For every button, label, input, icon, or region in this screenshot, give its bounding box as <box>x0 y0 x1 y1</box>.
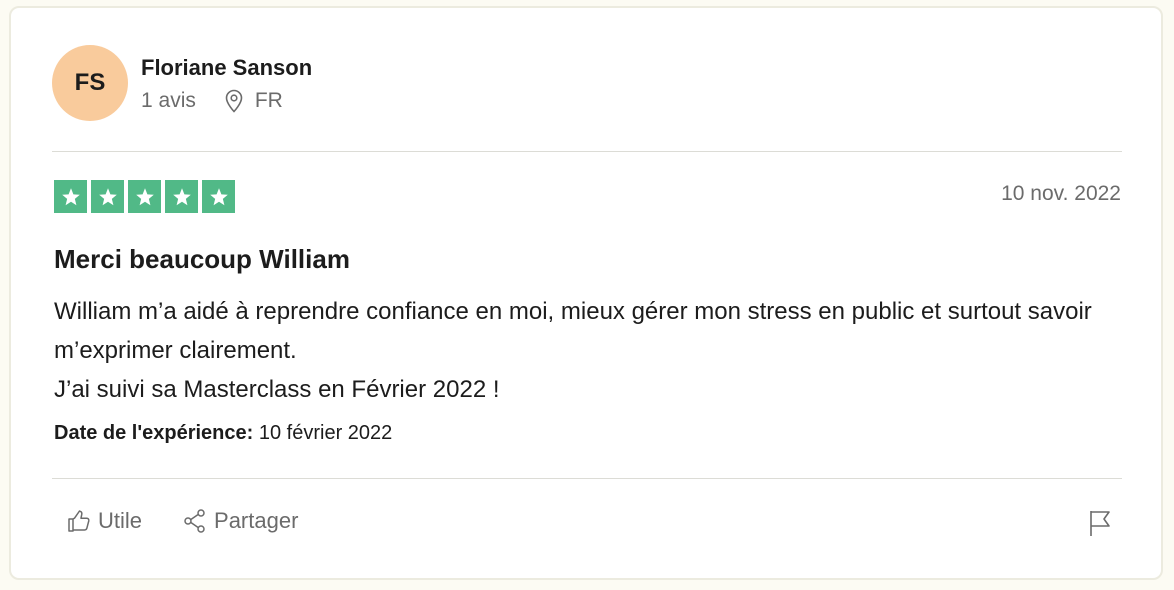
review-date: 10 nov. 2022 <box>1001 182 1121 205</box>
share-button[interactable]: Partager <box>182 508 298 534</box>
star-icon <box>172 187 191 205</box>
rating-star <box>54 180 87 213</box>
review-title[interactable]: Merci beaucoup William <box>54 244 350 275</box>
useful-button[interactable]: Utile <box>66 508 142 534</box>
experience-date: Date de l'expérience: 10 février 2022 <box>54 422 392 445</box>
star-icon <box>209 187 228 205</box>
avatar[interactable]: FS <box>52 45 128 121</box>
reviewer-country: FR <box>254 89 283 112</box>
report-button[interactable] <box>1087 508 1113 543</box>
star-icon <box>61 187 80 205</box>
experience-date-label: Date de l'expérience: <box>54 422 254 444</box>
reviewer-info: Floriane Sanson 1 avis FR <box>141 53 312 113</box>
rating-star <box>128 180 161 213</box>
review-count: 1 avis <box>141 89 196 112</box>
rating-star <box>202 180 235 213</box>
reviewer-name[interactable]: Floriane Sanson <box>141 53 312 83</box>
reviewer-header: FS Floriane Sanson 1 avis FR <box>52 45 312 121</box>
review-actions: Utile Partager <box>66 508 298 534</box>
reviewer-location: FR <box>224 89 283 113</box>
share-icon <box>184 509 205 533</box>
star-icon <box>98 187 117 205</box>
review-body: William m’a aidé à reprendre confiance e… <box>54 292 1134 409</box>
thumbs-up-icon <box>68 510 90 532</box>
share-label: Partager <box>214 508 299 533</box>
rating-star <box>165 180 198 213</box>
rating-star <box>91 180 124 213</box>
reviewer-meta: 1 avis FR <box>141 89 312 113</box>
footer-divider <box>52 478 1122 479</box>
review-card: FS Floriane Sanson 1 avis FR 10 nov. 202… <box>9 6 1163 580</box>
header-divider <box>52 151 1122 152</box>
location-pin-icon <box>225 89 243 113</box>
star-rating <box>54 180 239 213</box>
review-body-line: J’ai suivi sa Masterclass en Février 202… <box>54 376 500 403</box>
review-body-line: William m’a aidé à reprendre confiance e… <box>54 298 1092 364</box>
useful-label: Utile <box>98 508 143 533</box>
star-icon <box>135 187 154 205</box>
experience-date-value: 10 février 2022 <box>258 422 393 444</box>
flag-icon <box>1090 511 1110 536</box>
